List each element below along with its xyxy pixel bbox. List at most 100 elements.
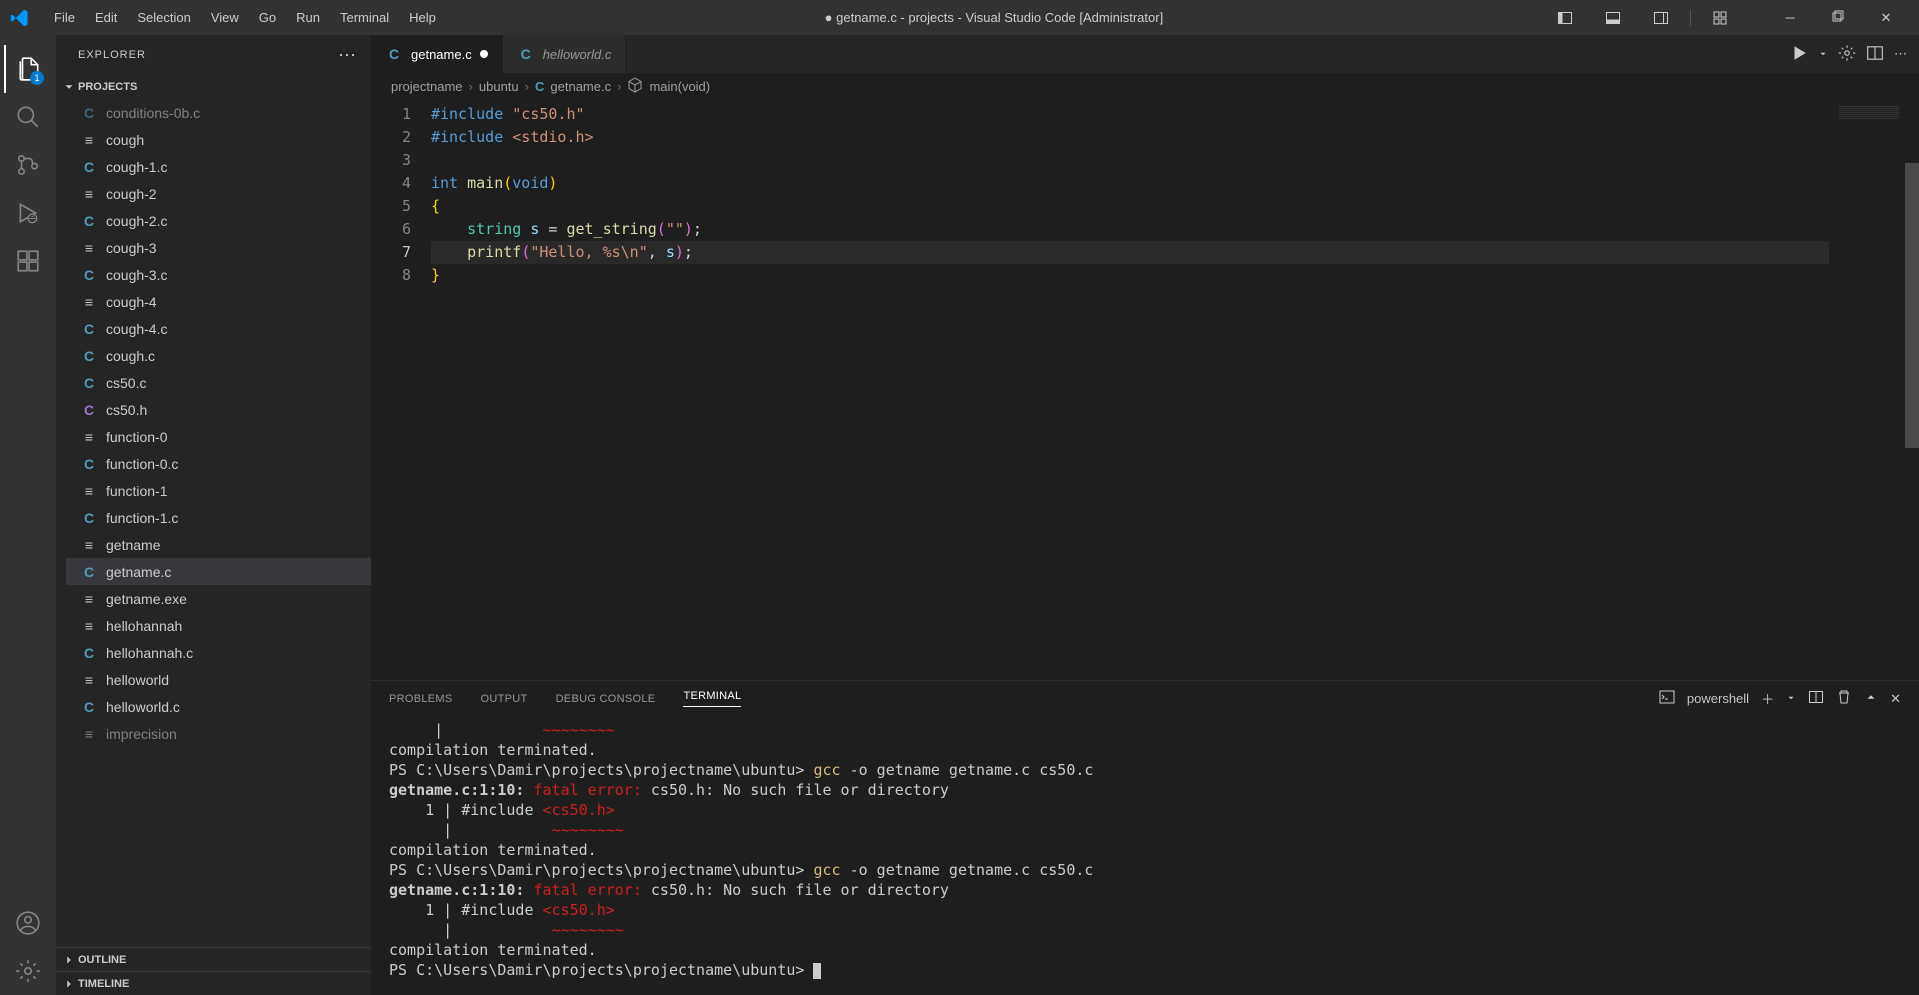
file-item[interactable]: ≡helloworld (66, 666, 371, 693)
maximize-button[interactable] (1815, 3, 1861, 33)
close-panel-icon[interactable]: ✕ (1890, 691, 1901, 707)
terminal-cursor (813, 963, 821, 979)
menu-go[interactable]: Go (249, 6, 286, 29)
editor-tab[interactable]: Cgetname.c (371, 35, 503, 73)
file-item[interactable]: Ccs50.h (66, 396, 371, 423)
file-name: conditions-0b.c (106, 105, 200, 121)
menu-run[interactable]: Run (286, 6, 330, 29)
panel-tab-terminal[interactable]: TERMINAL (683, 690, 741, 707)
panel: PROBLEMS OUTPUT DEBUG CONSOLE TERMINAL powe… (371, 680, 1919, 995)
file-item[interactable]: ≡cough-2 (66, 180, 371, 207)
chevron-down-icon (62, 80, 76, 94)
c-file-icon: C (80, 348, 98, 364)
menu-help[interactable]: Help (399, 6, 446, 29)
activity-settings[interactable] (4, 947, 52, 995)
file-name: function-0 (106, 429, 167, 445)
file-item[interactable]: Chelloworld.c (66, 693, 371, 720)
file-item[interactable]: Ccough-2.c (66, 207, 371, 234)
file-item[interactable]: Ccough-4.c (66, 315, 371, 342)
customize-layout-button[interactable] (1697, 3, 1743, 33)
code-editor[interactable]: 12345678 #include "cs50.h"#include <stdi… (371, 99, 1919, 680)
terminal-output[interactable]: | ~~~~~~~~compilation terminated.PS C:\U… (371, 716, 1919, 995)
toggle-secondary-sidebar-button[interactable] (1638, 3, 1684, 33)
symbol-icon (627, 77, 643, 96)
activity-source-control[interactable] (4, 141, 52, 189)
file-name: cough.c (106, 348, 155, 364)
file-icon: ≡ (80, 618, 98, 634)
chevron-right-icon (62, 953, 76, 967)
outline-section-header[interactable]: OUTLINE (56, 947, 371, 971)
file-item[interactable]: Cconditions-0b.c (66, 99, 371, 126)
editor-tab[interactable]: Chelloworld.c (503, 35, 627, 73)
sidebar-more-icon[interactable]: ⋯ (338, 45, 357, 66)
toggle-primary-sidebar-button[interactable] (1542, 3, 1588, 33)
file-item[interactable]: Ccough-1.c (66, 153, 371, 180)
c-file-icon: C (80, 510, 98, 526)
file-item[interactable]: ≡getname (66, 531, 371, 558)
file-item[interactable]: ≡function-0 (66, 423, 371, 450)
file-item[interactable]: ≡imprecision (66, 720, 371, 747)
file-item[interactable]: Cgetname.c (66, 558, 371, 585)
titlebar: FileEditSelectionViewGoRunTerminalHelp ●… (0, 0, 1919, 35)
file-item[interactable]: ≡cough-4 (66, 288, 371, 315)
panel-tab-problems[interactable]: PROBLEMS (389, 693, 453, 705)
minimize-button[interactable]: ─ (1767, 3, 1813, 33)
activity-run-debug[interactable] (4, 189, 52, 237)
activity-accounts[interactable] (4, 899, 52, 947)
run-dropdown[interactable] (1818, 47, 1828, 62)
file-item[interactable]: ≡ hellohannah (66, 612, 371, 639)
chevron-right-icon: › (469, 79, 473, 94)
file-icon: ≡ (80, 240, 98, 256)
menu-selection[interactable]: Selection (127, 6, 200, 29)
file-name: getname (106, 537, 160, 553)
panel-scrollbar[interactable] (1905, 35, 1919, 350)
c-file-icon: C (80, 321, 98, 337)
kill-terminal-icon[interactable] (1836, 689, 1852, 708)
file-name: function-0.c (106, 456, 178, 472)
file-item[interactable]: ≡cough-3 (66, 234, 371, 261)
run-button[interactable] (1790, 44, 1808, 65)
file-item[interactable]: Cfunction-1.c (66, 504, 371, 531)
tabs-row: Cgetname.cChelloworld.c ⋯ (371, 35, 1919, 73)
menu-terminal[interactable]: Terminal (330, 6, 399, 29)
c-file-icon: C (80, 105, 98, 121)
file-item[interactable]: ≡cough (66, 126, 371, 153)
split-editor-icon[interactable] (1866, 44, 1884, 65)
sidebar: EXPLORER ⋯ PROJECTS Cconditions-0b.c≡cou… (56, 35, 371, 995)
file-name: hellohannah.c (106, 645, 193, 661)
vscode-logo-icon (10, 8, 30, 28)
file-item[interactable]: ≡getname.exe (66, 585, 371, 612)
file-item[interactable]: Ccough-3.c (66, 261, 371, 288)
file-item[interactable]: Ccough.c (66, 342, 371, 369)
file-name: function-1.c (106, 510, 178, 526)
close-button[interactable]: ✕ (1863, 3, 1909, 33)
terminal-dropdown[interactable] (1786, 691, 1796, 706)
menu-view[interactable]: View (201, 6, 249, 29)
activity-search[interactable] (4, 93, 52, 141)
activity-extensions[interactable] (4, 237, 52, 285)
menu-file[interactable]: File (44, 6, 85, 29)
file-item[interactable]: ≡function-1 (66, 477, 371, 504)
file-tree[interactable]: Cconditions-0b.c≡coughCcough-1.c≡cough-2… (56, 99, 371, 947)
project-section-header[interactable]: PROJECTS (56, 75, 371, 99)
panel-tab-output[interactable]: OUTPUT (481, 693, 528, 705)
new-terminal-icon[interactable]: ＋ (1761, 689, 1774, 708)
timeline-section-header[interactable]: TIMELINE (56, 971, 371, 995)
file-item[interactable]: Cfunction-0.c (66, 450, 371, 477)
menu-edit[interactable]: Edit (85, 6, 127, 29)
terminal-shell-label[interactable]: powershell (1687, 691, 1749, 706)
file-icon: ≡ (80, 132, 98, 148)
activity-bar: 1 (0, 35, 56, 995)
editor-area: Cgetname.cChelloworld.c ⋯ projectname › … (371, 35, 1919, 995)
toggle-panel-button[interactable] (1590, 3, 1636, 33)
file-item[interactable]: Chellohannah.c (66, 639, 371, 666)
breadcrumbs[interactable]: projectname › ubuntu › C getname.c › mai… (371, 73, 1919, 99)
activity-explorer[interactable]: 1 (4, 45, 52, 93)
panel-tab-debug-console[interactable]: DEBUG CONSOLE (556, 693, 656, 705)
editor-settings-icon[interactable] (1838, 44, 1856, 65)
c-file-icon: C (80, 159, 98, 175)
file-item[interactable]: Ccs50.c (66, 369, 371, 396)
file-name: hellohannah (106, 618, 182, 634)
maximize-panel-icon[interactable] (1864, 690, 1878, 707)
split-terminal-icon[interactable] (1808, 689, 1824, 708)
